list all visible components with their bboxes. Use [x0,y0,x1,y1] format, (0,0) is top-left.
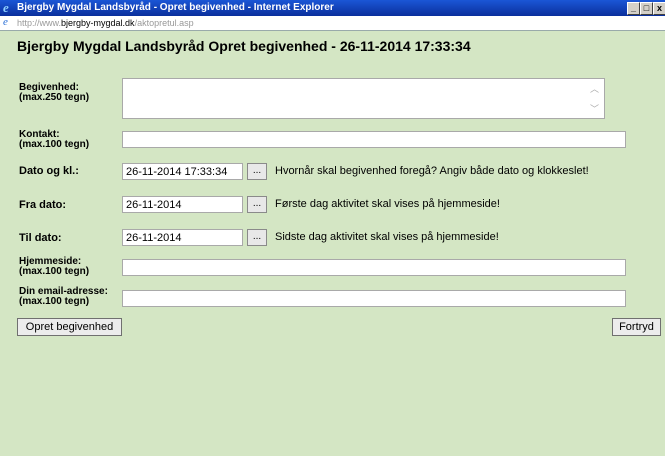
url-prefix: http://www. [17,18,62,28]
page-icon: e [3,16,8,28]
email-input[interactable] [122,290,626,307]
minimize-icon[interactable]: _ [627,2,640,15]
page-title: Bjergby Mygdal Landsbyråd Opret begivenh… [17,38,471,54]
begivenhed-label: Begivenhed: (max.250 tegn) [19,82,90,103]
til-dato-input[interactable] [122,229,243,246]
address-url[interactable]: http://www.bjergby-mygdal.dk/aktopretul.… [17,16,194,30]
kontakt-label: Kontakt: (max.100 tegn) [19,129,90,150]
hjemmeside-input[interactable] [122,259,626,276]
fra-dato-hint: Første dag aktivitet skal vises på hjemm… [275,198,500,210]
fortryd-button[interactable]: Fortryd [612,318,661,336]
til-dato-hint: Sidste dag aktivitet skal vises på hjemm… [275,231,499,243]
dato-label: Dato og kl.: [19,165,79,177]
dato-picker-button[interactable]: ... [247,163,267,180]
scroll-up-icon[interactable]: ︿ [590,82,662,95]
til-dato-picker-button[interactable]: ... [247,229,267,246]
til-dato-label: Til dato: [19,232,62,244]
hjemmeside-label: Hjemmeside: (max.100 tegn) [19,256,90,277]
fra-dato-input[interactable] [122,196,243,213]
fra-dato-picker-button[interactable]: ... [247,196,267,213]
url-path: /aktopretul.asp [134,18,194,28]
window-titlebar: e Bjergby Mygdal Landsbyråd - Opret begi… [0,0,665,16]
email-label: Din email-adresse: (max.100 tegn) [19,286,108,307]
scroll-down-icon[interactable]: ﹀ [590,102,662,115]
url-domain: bjergby-mygdal.dk [61,18,135,28]
maximize-icon[interactable]: □ [640,2,653,15]
address-bar[interactable]: e http://www.bjergby-mygdal.dk/aktopretu… [0,16,665,31]
fra-dato-label: Fra dato: [19,199,67,211]
begivenhed-textarea[interactable] [122,78,605,119]
window-title: Bjergby Mygdal Landsbyråd - Opret begive… [17,2,334,13]
internet-explorer-icon: e [3,0,9,15]
close-icon[interactable]: x [653,2,665,15]
kontakt-input[interactable] [122,131,626,148]
opret-begivenhed-button[interactable]: Opret begivenhed [17,318,122,336]
dato-input[interactable] [122,163,243,180]
dato-hint: Hvornår skal begivenhed foregå? Angiv bå… [275,165,589,177]
